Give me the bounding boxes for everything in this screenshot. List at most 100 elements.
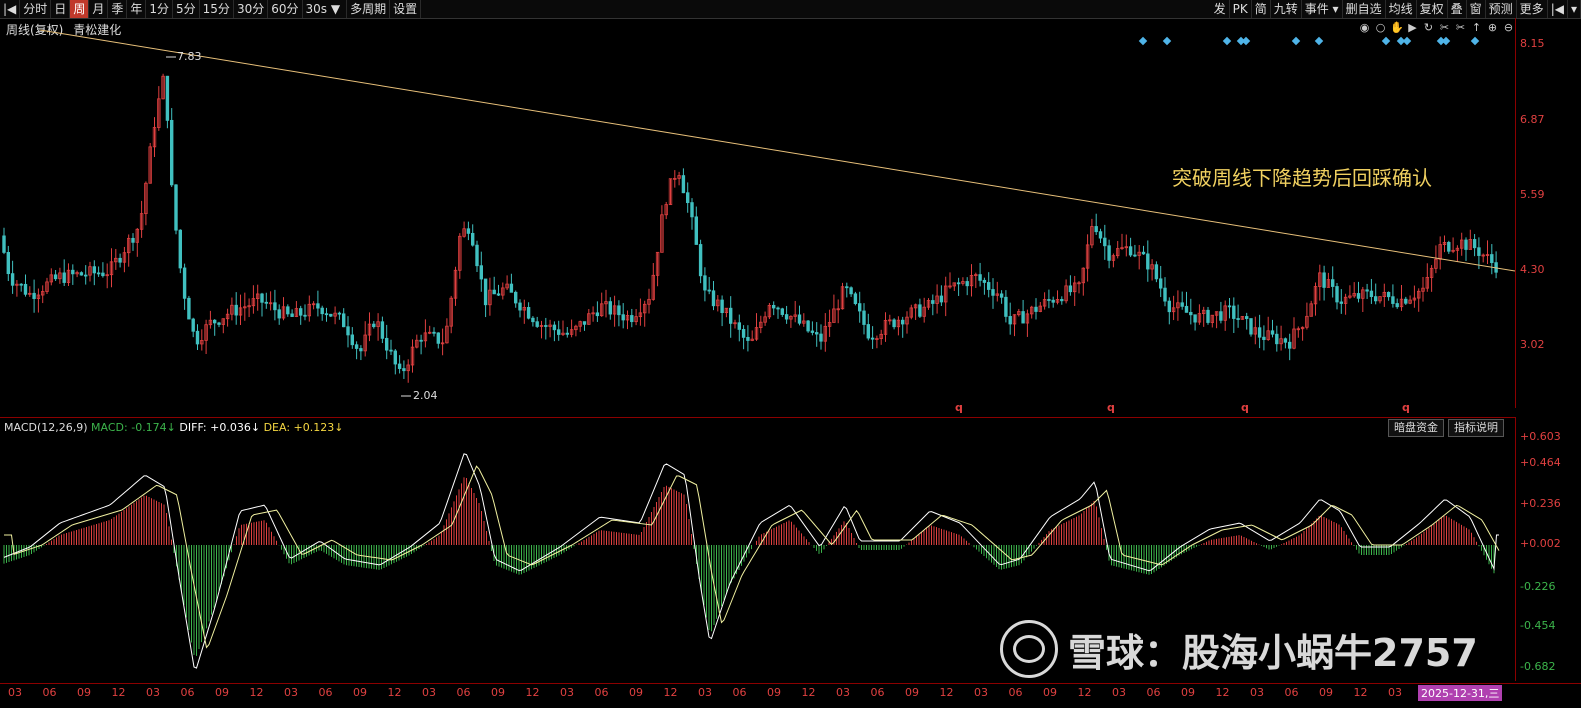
candle-body	[393, 350, 397, 365]
candle-body	[397, 363, 402, 369]
dark-pool-button[interactable]: 暗盘资金	[1388, 419, 1444, 437]
candle-body	[1395, 303, 1399, 308]
price-tick-label: 4.30	[1520, 263, 1545, 276]
time-tick-label: 09	[905, 686, 919, 699]
candle-body	[1245, 316, 1249, 319]
candle-body	[1335, 286, 1339, 303]
candle-body	[96, 272, 101, 275]
q-marker[interactable]: q	[955, 401, 963, 414]
candle-body	[686, 192, 690, 204]
candle-body	[694, 216, 698, 245]
time-tick-label: 06	[1284, 686, 1299, 699]
candle-body	[1490, 254, 1494, 264]
time-tick-label: 06	[1008, 686, 1023, 699]
candle-body	[341, 313, 346, 328]
candle-body	[1206, 309, 1210, 323]
dropdown-icon[interactable]: ▾	[1568, 0, 1581, 18]
high-price-note: 7.83	[177, 50, 202, 63]
candle-body	[918, 304, 922, 317]
candle-body	[1146, 253, 1150, 270]
candle-body	[1404, 298, 1408, 304]
xueqiu-watermark: 雪球：股海小蜗牛2757	[1000, 620, 1478, 678]
candle-body	[290, 313, 294, 317]
price-tick-label: 6.87	[1520, 113, 1545, 126]
time-tick-label: 12	[801, 686, 816, 699]
time-tick-label: 06	[318, 686, 333, 699]
candle-body	[544, 325, 548, 327]
candle-body	[118, 257, 122, 263]
toolbar-item[interactable]: 更多	[1517, 0, 1548, 18]
candle-body	[862, 310, 866, 325]
candle-body	[466, 228, 471, 234]
candle-body	[169, 119, 174, 186]
candle-body	[1094, 226, 1098, 233]
candle-body	[1154, 264, 1159, 280]
candle-body	[1021, 311, 1025, 324]
candle-body	[187, 297, 191, 320]
first-icon[interactable]: |◀	[1548, 0, 1568, 18]
candle-body	[1133, 254, 1137, 257]
candle-body	[939, 295, 944, 303]
time-tick-label: 03	[284, 686, 298, 699]
time-tick-label: 09	[491, 686, 505, 699]
price-tick-label: 5.59	[1520, 188, 1545, 201]
candle-body	[264, 301, 268, 304]
candle-body	[630, 315, 634, 323]
time-tick-label: 12	[387, 686, 402, 699]
candle-body	[1288, 341, 1292, 349]
candle-body	[316, 303, 320, 309]
candle-body	[384, 337, 389, 351]
candle-body	[617, 305, 621, 316]
candle-body	[402, 368, 406, 372]
candle-body	[720, 299, 724, 314]
time-tick-label: 03	[1112, 686, 1126, 699]
candle-body	[866, 324, 870, 339]
time-tick-label: 03	[836, 686, 850, 699]
candle-body	[711, 290, 716, 307]
time-tick-label: 12	[525, 686, 540, 699]
candle-body	[273, 302, 277, 311]
candle-body	[23, 283, 28, 295]
candle-body	[999, 293, 1004, 298]
candle-body	[698, 244, 703, 277]
candle-body	[286, 306, 290, 315]
time-tick-label: 03	[422, 686, 436, 699]
candle-body	[1004, 296, 1008, 317]
time-tick-label: 06	[180, 686, 195, 699]
watermark-text: 雪球：股海小蜗牛2757	[1068, 630, 1478, 675]
q-marker[interactable]: q	[1107, 401, 1115, 414]
time-tick-label: 12	[939, 686, 954, 699]
candle-body	[1232, 305, 1236, 319]
candle-body	[784, 314, 789, 320]
time-cursor-label: 2025-12-31,三	[1418, 685, 1503, 701]
candle-body	[892, 319, 896, 328]
dea-value: DEA: +0.123↓	[263, 421, 344, 434]
indicator-help-button[interactable]: 指标说明	[1448, 419, 1504, 437]
candle-body	[10, 273, 15, 286]
macd-tick-label: -0.682	[1520, 660, 1556, 673]
candle-body	[978, 274, 982, 281]
candle-body	[79, 272, 84, 276]
candle-body	[901, 319, 905, 325]
candle-body	[346, 326, 350, 336]
candle-body	[552, 324, 557, 331]
macd-tick-label: +0.002	[1520, 537, 1561, 550]
candle-body	[19, 283, 23, 286]
q-marker[interactable]: q	[1402, 401, 1410, 414]
candle-body	[92, 266, 96, 274]
time-tick-label: 09	[215, 686, 229, 699]
candle-body	[1159, 278, 1163, 289]
macd-value: MACD: -0.174↓	[91, 421, 176, 434]
time-tick-label: 06	[732, 686, 747, 699]
low-price-note: 2.04	[413, 389, 438, 402]
time-tick-label: 03	[560, 686, 574, 699]
candle-body	[234, 304, 238, 316]
candle-body	[324, 313, 329, 316]
candle-body	[853, 293, 858, 305]
candle-body	[956, 282, 961, 285]
candle-body	[991, 289, 995, 296]
candle-body	[518, 302, 522, 311]
candle-body	[432, 331, 436, 334]
candle-body	[496, 293, 501, 296]
q-marker[interactable]: q	[1241, 401, 1249, 414]
